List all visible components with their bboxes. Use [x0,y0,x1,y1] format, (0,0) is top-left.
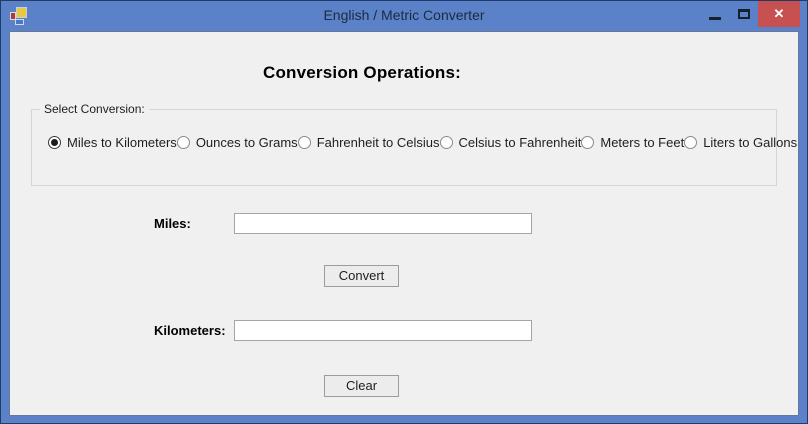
title-bar[interactable]: English / Metric Converter ✕ [1,1,807,31]
close-button[interactable]: ✕ [758,1,800,27]
maximize-button[interactable] [730,1,758,27]
radio-option-label: Celsius to Fahrenheit [458,135,582,150]
radio-unselected-icon[interactable] [581,136,595,149]
form-client-area: Conversion Operations: Select Conversion… [9,31,799,416]
radio-selected-icon[interactable] [48,136,61,149]
radio-option-label: Liters to Gallons [703,135,798,150]
close-icon: ✕ [773,6,785,21]
app-window: English / Metric Converter ✕ Conversion … [0,0,808,424]
window-title: English / Metric Converter [323,7,485,23]
conversion-groupbox: Select Conversion: Miles to Kilometers Ou… [31,102,797,186]
radio-option-label: Ounces to Grams [195,135,298,150]
radio-option-label: Fahrenheit to Celsius [316,135,440,150]
radio-option-fahrenheit-to-celsius[interactable]: Fahrenheit to Celsius [297,135,440,150]
radio-option-miles-to-kilometers[interactable]: Miles to Kilometers [48,135,177,150]
minimize-button[interactable] [701,1,729,27]
radio-option-label: Miles to Kilometers [67,135,177,150]
output-unit-label: Kilometers: [154,323,226,338]
input-unit-label: Miles: [154,216,191,231]
radio-unselected-icon[interactable] [297,136,311,149]
radio-option-celsius-to-fahrenheit[interactable]: Celsius to Fahrenheit [439,135,582,150]
convert-button[interactable]: Convert [324,265,399,287]
input-value-field[interactable] [234,213,532,234]
radio-unselected-icon[interactable] [439,136,453,149]
minimize-icon [709,16,721,20]
radio-unselected-icon[interactable] [176,136,190,149]
radio-option-label: Meters to Feet [600,135,685,150]
output-value-field[interactable] [234,320,532,341]
radio-unselected-icon[interactable] [684,136,698,149]
groupbox-label: Select Conversion: [40,102,149,116]
clear-button[interactable]: Clear [324,375,399,397]
page-title: Conversion Operations: [262,63,462,82]
radio-option-meters-to-feet[interactable]: Meters to Feet [581,135,684,150]
conversion-radio-group: Miles to Kilometers Ounces to Grams Fahren… [48,135,797,150]
radio-option-liters-to-gallons[interactable]: Liters to Gallons [684,135,797,150]
maximize-icon [738,9,750,19]
radio-option-ounces-to-grams[interactable]: Ounces to Grams [176,135,298,150]
